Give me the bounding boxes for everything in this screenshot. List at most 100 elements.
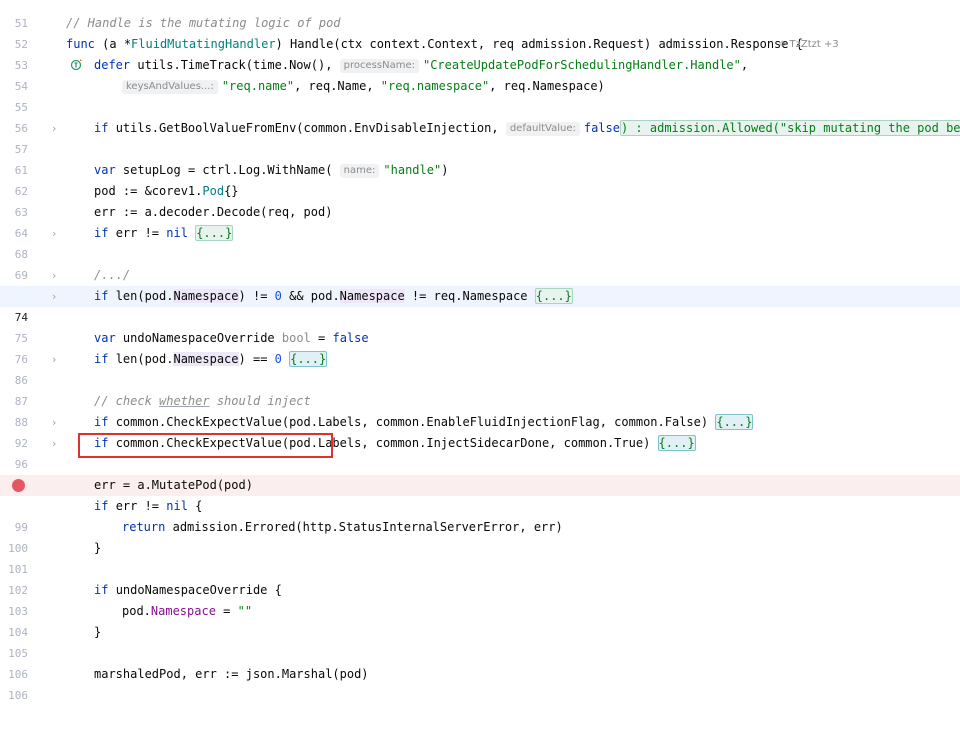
code-line[interactable]: 63 pod := &corev1.Pod{} <box>0 181 960 219</box>
code-line[interactable]: 99 if err != nil { <box>0 496 960 534</box>
number-literal: 0 <box>274 352 282 366</box>
code-token: ) <box>441 163 449 177</box>
code-text: if undoNamespaceOverride { <box>94 580 282 601</box>
code-line[interactable]: 54 defer utils.TimeTrack(time.Now(), pro… <box>0 55 960 93</box>
code-line[interactable]: 101 } <box>0 538 960 576</box>
string-literal: "req.namespace" <box>380 79 490 93</box>
folded-region[interactable]: {...} <box>657 435 696 451</box>
code-line[interactable]: 57 › if utils.GetBoolValueFromEnv(common… <box>0 118 960 156</box>
code-token: {} <box>224 184 239 198</box>
code-token: should inject <box>209 394 311 408</box>
folded-region[interactable]: {...} <box>289 351 328 367</box>
code-token: , req.Name, <box>294 79 374 93</box>
code-line[interactable]: 56 <box>0 97 960 135</box>
code-line[interactable]: 100 return admission.Errored(http.Status… <box>0 517 960 555</box>
chevron-right-icon[interactable]: › <box>52 412 56 433</box>
code-token: Namespace <box>339 289 405 303</box>
code-line[interactable]: 106 <box>0 643 960 681</box>
code-token: (a * <box>102 37 132 51</box>
keyword: if <box>94 499 109 513</box>
string-literal: "CreateUpdatePodForSchedulingHandler.Han… <box>422 58 741 72</box>
author-annotation[interactable]: ≐ TzZtzt +3 <box>778 34 839 55</box>
code-text: keysAndValues...: "req.name", req.Name, "… <box>122 76 605 97</box>
code-token: , req.Namespace) <box>489 79 605 93</box>
code-text: if common.CheckExpectValue(pod.Labels, c… <box>94 412 754 433</box>
code-line[interactable]: 69 <box>0 244 960 282</box>
code-token: && pod. <box>281 289 340 303</box>
code-line[interactable]: 76 var undoNamespaceOverride bool = fals… <box>0 328 960 366</box>
code-token: undoNamespaceOverride { <box>115 583 282 597</box>
keyword: var <box>94 163 116 177</box>
keyword: if <box>94 226 109 240</box>
code-line[interactable]: 103 if undoNamespaceOverride { <box>0 580 960 618</box>
breakpoint-line[interactable]: err = a.MutatePod(pod) <box>0 475 960 496</box>
code-token: admission.Errored(http.StatusInternalSer… <box>172 520 563 534</box>
code-line[interactable]: 97 <box>0 454 960 492</box>
code-comment: // check whether should inject <box>94 391 311 412</box>
line-number: 106 <box>8 689 28 702</box>
chevron-right-icon[interactable]: › <box>52 349 56 370</box>
inlay-hint: defaultValue: <box>505 122 580 136</box>
keyword: nil <box>166 499 188 513</box>
code-text: } <box>94 625 102 639</box>
chevron-right-icon[interactable]: › <box>52 223 56 244</box>
folded-region[interactable]: {...} <box>715 414 754 430</box>
code-line[interactable]: 53 func (a *FluidMutatingHandler) Handle… <box>0 34 960 72</box>
folded-region[interactable]: {...} <box>195 225 234 241</box>
code-line[interactable]: 106 marshaledPod, err := json.Marshal(po… <box>0 664 960 702</box>
code-line[interactable]: 102 <box>0 559 960 597</box>
code-token: = <box>310 331 333 345</box>
chevron-right-icon[interactable]: › <box>52 265 56 286</box>
current-line[interactable]: 74 › if len(pod.Namespace) != 0 && pod.N… <box>0 286 960 324</box>
chevron-right-icon[interactable]: › <box>52 118 56 139</box>
code-text: err = a.MutatePod(pod) <box>94 478 253 492</box>
code-line[interactable]: 55 keysAndValues...: "req.name", req.Name… <box>0 76 960 114</box>
code-token: // check <box>94 394 160 408</box>
type-name: FluidMutatingHandler <box>131 37 276 51</box>
keyword: if <box>94 289 109 303</box>
folded-region[interactable]: {...} <box>534 288 573 304</box>
keyword: false <box>583 121 620 135</box>
code-line[interactable]: 96 › if common.CheckExpectValue(pod.Labe… <box>0 433 960 471</box>
code-text: if len(pod.Namespace) != 0 && pod.Namesp… <box>94 286 573 307</box>
code-line[interactable]: 62 var setupLog = ctrl.Log.WithName( nam… <box>0 160 960 198</box>
code-line[interactable]: 88 // check whether should inject <box>0 391 960 429</box>
code-token: != req.Namespace <box>404 289 535 303</box>
code-line[interactable]: 105 } <box>0 622 960 660</box>
code-token: pod := &corev1. <box>94 184 203 198</box>
lightbulb-icon[interactable] <box>73 267 124 300</box>
code-line[interactable]: 92 › if common.CheckExpectValue(pod.Labe… <box>0 412 960 450</box>
code-comment: // Handle is the mutating logic of pod <box>66 16 341 30</box>
keyword: return <box>122 520 166 534</box>
folded-region[interactable]: ) : admission.Allowed("skip mutating the… <box>619 120 960 136</box>
code-editor[interactable]: 51 52 // Handle is the mutating logic of… <box>0 0 960 702</box>
chevron-right-icon[interactable]: › <box>52 286 56 307</box>
code-line[interactable]: 51 <box>0 0 960 30</box>
code-line[interactable]: 71 › /.../ <box>0 265 960 303</box>
breakpoint-icon[interactable] <box>12 479 25 492</box>
code-token: ) Handle(ctx context.Context, req admiss… <box>275 37 803 51</box>
code-line[interactable]: 52 // Handle is the mutating logic of po… <box>0 13 960 51</box>
keyword: nil <box>166 226 188 240</box>
keyword: func <box>66 37 95 51</box>
code-line[interactable]: 87 <box>0 370 960 408</box>
keyword: if <box>94 436 109 450</box>
code-token: len(pod. <box>115 289 174 303</box>
chevron-right-icon[interactable]: › <box>52 433 56 454</box>
code-line[interactable]: 86 › if len(pod.Namespace) == 0 {...} <box>0 349 960 387</box>
keyword: if <box>94 121 109 135</box>
code-line[interactable]: 104 pod.Namespace = "" <box>0 601 960 639</box>
code-line[interactable]: 64 err := a.decoder.Decode(req, pod) <box>0 202 960 240</box>
code-token: utils.TimeTrack(time.Now(), <box>137 58 333 72</box>
code-token: , <box>740 58 749 72</box>
code-line[interactable]: 68 › if err != nil {...} <box>0 223 960 261</box>
code-text: if err != nil { <box>94 496 202 517</box>
code-token: undoNamespaceOverride <box>122 331 282 345</box>
code-line[interactable]: 61 <box>0 139 960 177</box>
code-text: } <box>94 541 102 555</box>
code-text: if utils.GetBoolValueFromEnv(common.EnvD… <box>94 118 960 139</box>
folded-comment[interactable]: /.../ <box>94 265 130 286</box>
code-text: err := a.decoder.Decode(req, pod) <box>94 205 333 219</box>
code-line[interactable]: 75 <box>0 307 960 345</box>
keyword: if <box>94 415 109 429</box>
